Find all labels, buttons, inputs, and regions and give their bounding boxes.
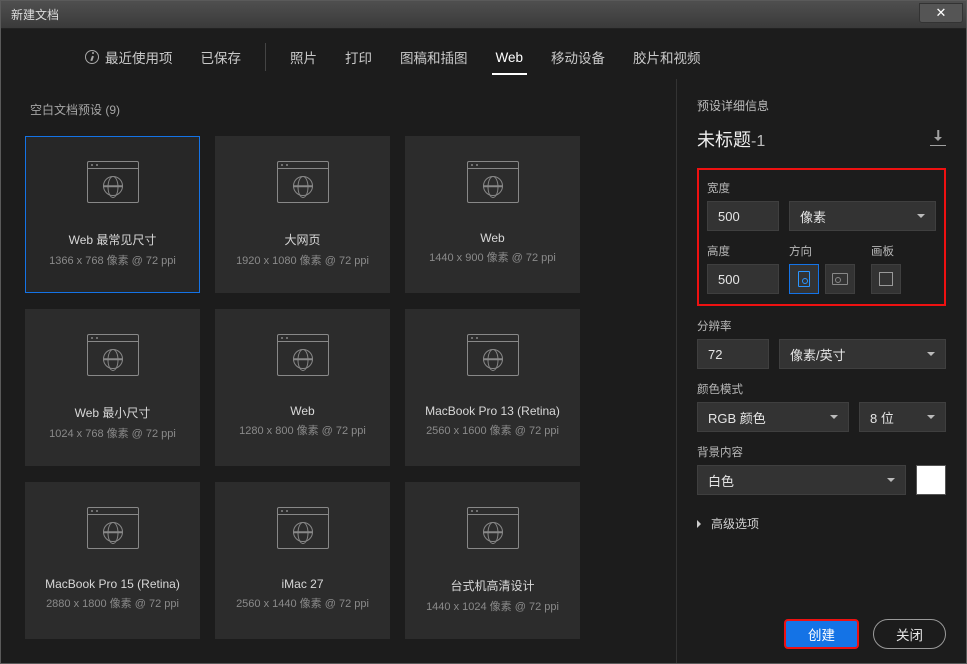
presets-heading: 空白文档预设 (9) bbox=[30, 101, 652, 118]
dialog-footer: 创建 关闭 bbox=[697, 599, 946, 649]
preset-card[interactable]: iMac 27 2560 x 1440 像素 @ 72 ppi bbox=[215, 482, 390, 639]
chevron-down-icon bbox=[887, 478, 895, 486]
web-document-icon bbox=[467, 161, 519, 203]
web-document-icon bbox=[277, 507, 329, 549]
clock-icon bbox=[85, 50, 99, 64]
advanced-options-toggle[interactable]: 高级选项 bbox=[697, 515, 946, 532]
preset-card[interactable]: Web 1280 x 800 像素 @ 72 ppi bbox=[215, 309, 390, 466]
web-document-icon bbox=[467, 334, 519, 376]
details-panel: 预设详细信息 未标题-1 宽度 500 像素 高度 500 bbox=[676, 79, 966, 663]
tab-illustration[interactable]: 图稿和插图 bbox=[386, 43, 482, 71]
chevron-down-icon bbox=[927, 415, 935, 423]
preset-card[interactable]: MacBook Pro 13 (Retina) 2560 x 1600 像素 @… bbox=[405, 309, 580, 466]
unit-select[interactable]: 像素 bbox=[789, 201, 936, 231]
preset-card[interactable]: 台式机高清设计 1440 x 1024 像素 @ 72 ppi bbox=[405, 482, 580, 639]
orientation-portrait-button[interactable] bbox=[789, 264, 819, 294]
preset-grid: Web 最常见尺寸 1366 x 768 像素 @ 72 ppi 大网页 192… bbox=[25, 136, 652, 639]
highlight-dimensions: 宽度 500 像素 高度 500 方向 bbox=[697, 168, 946, 306]
checkbox-icon bbox=[879, 272, 893, 286]
preset-panel: 空白文档预设 (9) Web 最常见尺寸 1366 x 768 像素 @ 72 … bbox=[1, 79, 676, 663]
width-input[interactable]: 500 bbox=[707, 201, 779, 231]
web-document-icon bbox=[277, 334, 329, 376]
tab-mobile[interactable]: 移动设备 bbox=[537, 43, 619, 71]
bit-depth-select[interactable]: 8 位 bbox=[859, 402, 946, 432]
preset-card[interactable]: Web 最常见尺寸 1366 x 768 像素 @ 72 ppi bbox=[25, 136, 200, 293]
artboard-checkbox[interactable] bbox=[871, 264, 901, 294]
tab-recent[interactable]: 最近使用项 bbox=[71, 43, 187, 71]
preset-card[interactable]: Web 最小尺寸 1024 x 768 像素 @ 72 ppi bbox=[25, 309, 200, 466]
category-tabs: 最近使用项 已保存 照片 打印 图稿和插图 Web 移动设备 胶片和视频 bbox=[1, 29, 966, 79]
orientation-label: 方向 bbox=[789, 243, 855, 259]
height-label: 高度 bbox=[707, 243, 779, 259]
color-mode-select[interactable]: RGB 颜色 bbox=[697, 402, 849, 432]
background-color-swatch[interactable] bbox=[916, 465, 946, 495]
download-preset-icon[interactable] bbox=[930, 132, 946, 146]
preset-card[interactable]: 大网页 1920 x 1080 像素 @ 72 ppi bbox=[215, 136, 390, 293]
chevron-down-icon bbox=[917, 214, 925, 222]
tab-film[interactable]: 胶片和视频 bbox=[619, 43, 715, 71]
height-input[interactable]: 500 bbox=[707, 264, 779, 294]
details-heading: 预设详细信息 bbox=[697, 97, 946, 114]
web-document-icon bbox=[467, 507, 519, 549]
titlebar: 新建文档 ✕ bbox=[1, 1, 966, 29]
window-title: 新建文档 bbox=[11, 6, 59, 23]
document-name[interactable]: 未标题-1 bbox=[697, 126, 765, 152]
chevron-down-icon bbox=[830, 415, 838, 423]
background-label: 背景内容 bbox=[697, 444, 946, 460]
background-select[interactable]: 白色 bbox=[697, 465, 906, 495]
resolution-unit-select[interactable]: 像素/英寸 bbox=[779, 339, 946, 369]
landscape-icon bbox=[832, 273, 848, 285]
web-document-icon bbox=[87, 161, 139, 203]
tab-saved[interactable]: 已保存 bbox=[187, 43, 256, 71]
tab-web[interactable]: Web bbox=[482, 46, 538, 69]
artboard-label: 画板 bbox=[871, 243, 901, 259]
preset-card[interactable]: Web 1440 x 900 像素 @ 72 ppi bbox=[405, 136, 580, 293]
width-label: 宽度 bbox=[707, 180, 936, 196]
web-document-icon bbox=[87, 507, 139, 549]
tab-photo[interactable]: 照片 bbox=[265, 43, 331, 71]
preset-card[interactable]: MacBook Pro 15 (Retina) 2880 x 1800 像素 @… bbox=[25, 482, 200, 639]
resolution-input[interactable]: 72 bbox=[697, 339, 769, 369]
tab-print[interactable]: 打印 bbox=[331, 43, 386, 71]
create-button[interactable]: 创建 bbox=[784, 619, 859, 649]
web-document-icon bbox=[277, 161, 329, 203]
triangle-right-icon bbox=[697, 520, 705, 528]
orientation-landscape-button[interactable] bbox=[825, 264, 855, 294]
new-document-dialog: 新建文档 ✕ 最近使用项 已保存 照片 打印 图稿和插图 Web 移动设备 胶片… bbox=[0, 0, 967, 664]
close-button[interactable]: 关闭 bbox=[873, 619, 946, 649]
color-mode-label: 颜色模式 bbox=[697, 381, 946, 397]
web-document-icon bbox=[87, 334, 139, 376]
resolution-label: 分辨率 bbox=[697, 318, 946, 334]
window-close-button[interactable]: ✕ bbox=[919, 3, 963, 23]
chevron-down-icon bbox=[927, 352, 935, 360]
portrait-icon bbox=[798, 271, 810, 287]
